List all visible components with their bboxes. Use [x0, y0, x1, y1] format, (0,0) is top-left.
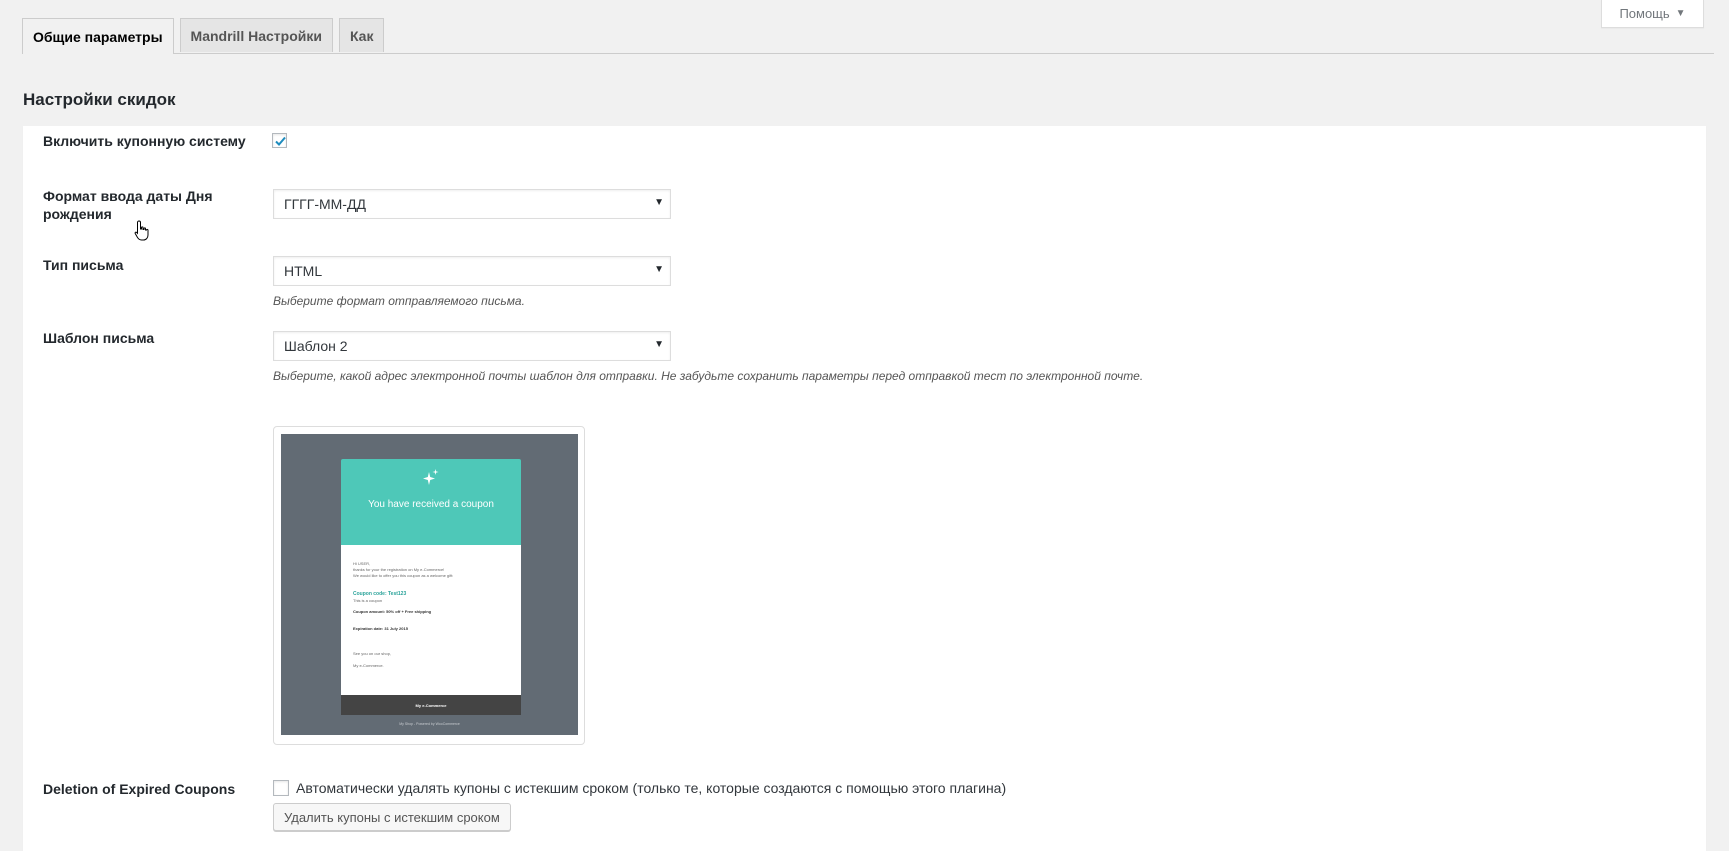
email-template-description: Выберите, какой адрес электронной почты …	[273, 369, 1144, 383]
dropdown-arrow-icon: ▼	[654, 197, 664, 208]
settings-panel: Включить купонную систему Формат ввода д…	[23, 126, 1706, 851]
email-type-select[interactable]: HTML ▼	[273, 256, 671, 286]
preview-header-title: You have received a coupon	[368, 499, 494, 510]
dropdown-arrow-icon: ▼	[654, 339, 664, 350]
hand-cursor-icon	[134, 220, 149, 241]
tab-howto[interactable]: Как	[338, 18, 385, 52]
tab-general[interactable]: Общие параметры	[22, 18, 174, 54]
preview-expiration: Expiration date: 31 July 2015	[353, 626, 408, 631]
deletion-label: Deletion of Expired Coupons	[43, 781, 236, 797]
page-title: Настройки скидок	[23, 90, 176, 109]
preview-coupon-desc: This is a coupon	[353, 598, 383, 603]
email-type-value: HTML	[284, 263, 323, 279]
preview-header: You have received a coupon	[341, 459, 521, 545]
coupon-system-checkbox[interactable]	[272, 133, 287, 148]
auto-delete-label[interactable]: Автоматически удалять купоны с истекшим …	[296, 780, 1006, 796]
delete-expired-button[interactable]: Удалить купоны с истекшим сроком	[273, 803, 511, 831]
birthday-format-value: ГГГГ-ММ-ДД	[284, 196, 366, 212]
preview-sign: My e-Commerce.	[353, 663, 384, 668]
preview-body: Hi USER, thanks for your the registratio…	[341, 545, 521, 695]
coupon-system-label: Включить купонную систему	[43, 133, 246, 149]
preview-see-you: See you on our shop,	[353, 651, 392, 656]
sparkle-icon	[423, 469, 439, 485]
preview-line2: We would like to offer you this coupon a…	[353, 573, 454, 578]
email-template-value: Шаблон 2	[284, 338, 348, 354]
preview-line1: thanks for your the registration on My e…	[353, 567, 445, 572]
checkmark-icon	[275, 136, 286, 146]
tab-mandrill[interactable]: Mandrill Настройки	[179, 18, 333, 52]
template-preview: You have received a coupon Hi USER, than…	[273, 426, 585, 745]
email-template-label: Шаблон письма	[43, 330, 155, 346]
email-template-select[interactable]: Шаблон 2 ▼	[273, 331, 671, 361]
preview-greeting: Hi USER,	[353, 561, 371, 566]
auto-delete-checkbox[interactable]	[273, 780, 289, 796]
preview-amount: Coupon amount: 50% off + Free shipping	[353, 609, 432, 614]
email-type-description: Выберите формат отправляемого письма.	[273, 294, 525, 308]
preview-footer: My e-Commerce	[341, 695, 521, 715]
email-type-label: Тип письма	[43, 257, 124, 273]
preview-coupon-code: Coupon code: Test123	[353, 591, 407, 597]
dropdown-arrow-icon: ▼	[654, 264, 664, 275]
birthday-format-select[interactable]: ГГГГ-ММ-ДД ▼	[273, 189, 671, 219]
template-preview-image: You have received a coupon Hi USER, than…	[281, 434, 578, 735]
settings-tabs: Общие параметры Mandrill Настройки Как	[22, 18, 1714, 54]
birthday-format-label: Формат ввода даты Дня рождения	[43, 188, 213, 222]
preview-powered: My Shop - Powered by WooCommerce	[399, 722, 460, 726]
